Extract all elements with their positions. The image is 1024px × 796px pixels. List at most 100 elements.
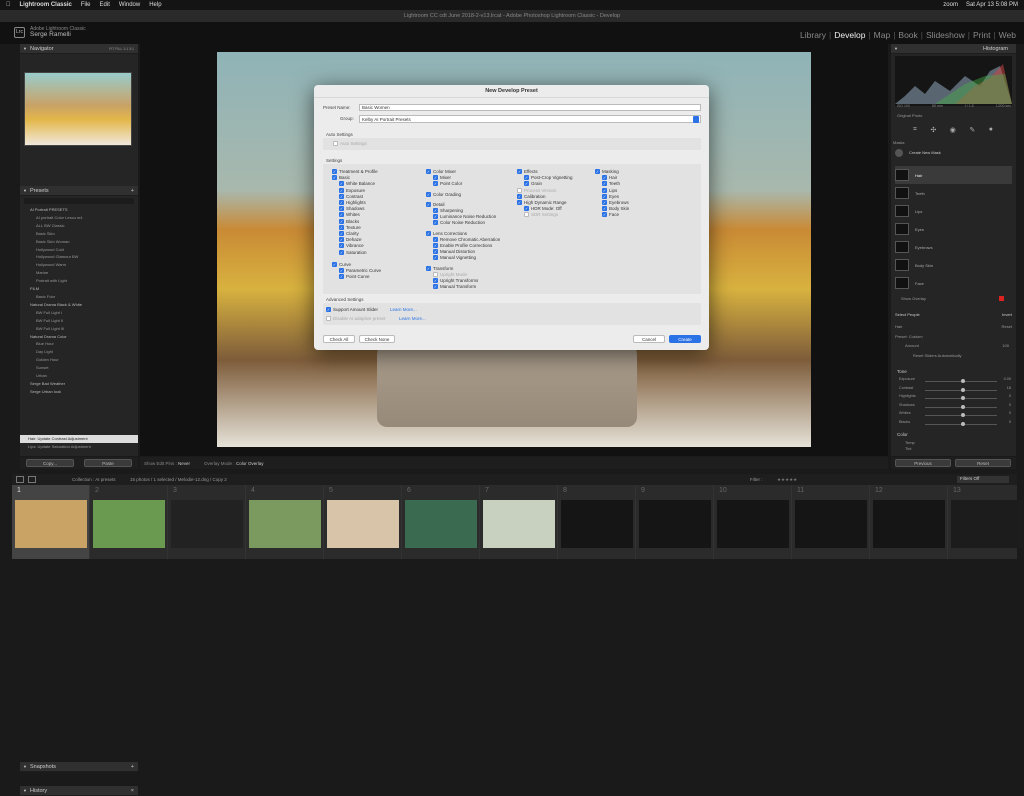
check-none-button[interactable]: Check None (359, 335, 395, 343)
setting-checkbox[interactable]: ✓ Post-Crop Vignetting (524, 175, 572, 181)
setting-checkbox[interactable]: ✓ Contrast (339, 193, 363, 199)
histogram-header[interactable]: Histogram (891, 44, 1016, 54)
auto-settings-checkbox[interactable]: Auto Settings (333, 141, 367, 146)
preset-item[interactable]: Day Light (24, 348, 138, 356)
create-new-mask[interactable]: Create New Mask (895, 149, 1012, 157)
filmstrip-cell[interactable]: 11 (792, 485, 870, 559)
app-menu[interactable]: Lightroom Classic (20, 2, 72, 8)
tone-slider[interactable]: Contrast 18 (899, 386, 1011, 395)
module-library[interactable]: Library (800, 30, 826, 40)
slider-thumb[interactable] (961, 413, 965, 417)
setting-checkbox[interactable]: ✓ Enable Profile Corrections (433, 243, 492, 248)
filmstrip-thumbnail[interactable] (249, 500, 321, 548)
learn-more-link-2[interactable]: Learn More... (399, 316, 426, 321)
setting-checkbox[interactable]: ✓ Hair (602, 175, 617, 181)
preset-item[interactable]: Marine (24, 269, 138, 277)
check-all-button[interactable]: Check All (323, 335, 355, 343)
nav-zoom-fill[interactable]: FILL (115, 47, 122, 51)
filmstrip-thumbnail[interactable] (873, 500, 945, 548)
module-print[interactable]: Print (973, 30, 990, 40)
preset-name-input[interactable]: Basic Women (359, 104, 701, 111)
setting-checkbox[interactable]: ✓ Remove Chromatic Aberration (433, 236, 500, 242)
setting-checkbox[interactable]: ✓ Manual Vignetting (433, 255, 476, 261)
setting-checkbox[interactable]: ✓ Color Grading (426, 191, 461, 197)
filmstrip-cell[interactable]: 9 (636, 485, 714, 559)
previous-button[interactable]: Previous (895, 459, 951, 467)
setting-checkbox[interactable]: ✓ HDR Mode: Off (524, 206, 562, 212)
navigator-header[interactable]: Navigator FIT FILL 1:1 3:1 (20, 44, 138, 54)
invert-checkbox[interactable]: Invert (1002, 312, 1012, 317)
setting-checkbox[interactable]: ✓ Manual Transform (433, 284, 476, 290)
setting-checkbox[interactable]: ✓ Treatment & Profile (332, 169, 378, 174)
zoom-status[interactable]: zoom (943, 2, 958, 8)
setting-checkbox[interactable]: ✓ Face (602, 212, 619, 218)
filmstrip-cell[interactable]: 7 (480, 485, 558, 559)
add-snapshot-icon[interactable]: + (131, 762, 134, 772)
setting-checkbox[interactable]: ✓ Saturation (339, 249, 367, 255)
filmstrip-thumbnail[interactable] (93, 500, 165, 548)
preset-item[interactable]: BW Full Light III (24, 325, 138, 333)
filmstrip-thumbnail[interactable] (795, 500, 867, 548)
setting-checkbox[interactable]: ✓ Highlights (339, 200, 366, 205)
secondary-display-icon[interactable] (28, 476, 36, 483)
slider-thumb[interactable] (961, 396, 965, 400)
setting-checkbox[interactable]: ✓ Whites (339, 212, 360, 218)
rating-filter-stars[interactable]: ★★★★★ (777, 477, 797, 483)
edit-pins-select[interactable]: Never (178, 461, 190, 466)
preset-item[interactable]: ALL BW Classic (24, 222, 138, 230)
setting-checkbox[interactable]: ✓ Blacks (339, 218, 359, 224)
filmstrip-thumbnail[interactable] (15, 500, 87, 548)
setting-checkbox[interactable]: ✓ Eyebrows (602, 200, 629, 205)
support-amount-checkbox[interactable]: ✓ Support Amount Slider (326, 307, 378, 312)
preset-item[interactable]: Serge Urban look (24, 388, 138, 396)
crop-icon[interactable]: ⌗ (913, 126, 917, 134)
navigator-thumbnail[interactable] (24, 72, 132, 146)
original-photo-checkbox[interactable]: Original Photo (897, 113, 922, 118)
preset-item[interactable]: Basic Fdor (24, 293, 138, 301)
filmstrip-cell[interactable]: 10 (714, 485, 792, 559)
setting-checkbox[interactable]: SDR Settings (524, 212, 558, 218)
clock[interactable]: Sat Apr 13 5:08 PM (966, 2, 1018, 8)
filmstrip-cell[interactable]: 5 (324, 485, 402, 559)
history-item[interactable]: Lips: Update Saturation Adjustment (20, 443, 138, 451)
history-header[interactable]: History× (20, 785, 138, 796)
setting-checkbox[interactable]: ✓ Shadows (339, 206, 365, 212)
setting-checkbox[interactable]: ✓ Basic (332, 175, 350, 181)
tone-slider[interactable]: Blacks 0 (899, 420, 1011, 429)
mask-item[interactable]: Lips (895, 202, 1012, 220)
filters-off-select[interactable]: Filters Off (957, 476, 1009, 483)
module-web[interactable]: Web (999, 30, 1016, 40)
preset-item[interactable]: Sunset (24, 364, 138, 372)
masking-icon[interactable]: ● (989, 126, 993, 134)
filmstrip-thumbnail[interactable] (951, 500, 1023, 548)
setting-checkbox[interactable]: ✓ Point Color (433, 181, 462, 187)
module-slideshow[interactable]: Slideshow (926, 30, 965, 40)
nav-zoom-fit[interactable]: FIT (109, 47, 114, 51)
filmstrip-thumbnail[interactable] (639, 500, 711, 548)
filmstrip-cell[interactable]: 1 (12, 485, 90, 559)
tone-slider[interactable]: Shadows 0 (899, 403, 1011, 412)
setting-checkbox[interactable]: ✓ Grain (524, 181, 542, 187)
menu-file[interactable]: File (81, 2, 91, 8)
overlay-mode-select[interactable]: Color Overlay (236, 461, 264, 466)
preset-item[interactable]: Hollywood Cold (24, 246, 138, 254)
setting-checkbox[interactable]: ✓ Upright Transforms (433, 278, 478, 283)
module-book[interactable]: Book (898, 30, 917, 40)
setting-checkbox[interactable]: ✓ High Dynamic Range (517, 200, 567, 205)
setting-checkbox[interactable]: ✓ Mixer (433, 175, 451, 181)
preset-item[interactable]: BW Full Light II (24, 317, 138, 325)
preset-item[interactable]: Natural Drama Color (24, 333, 138, 341)
setting-checkbox[interactable]: ✓ Point Curve (339, 274, 370, 280)
slider-thumb[interactable] (961, 421, 965, 426)
setting-checkbox[interactable]: ✓ Texture (339, 224, 361, 230)
setting-checkbox[interactable]: Upright Mode (433, 271, 467, 277)
mask-item[interactable]: Teeth (895, 184, 1012, 202)
reset-sliders-checkbox[interactable]: Reset Sliders Automatically (913, 353, 961, 358)
setting-checkbox[interactable]: ✓ Effects (517, 169, 538, 174)
preset-item[interactable]: Portrait with Light (24, 277, 138, 285)
setting-checkbox[interactable]: ✓ Clarity (339, 231, 359, 236)
slider-thumb[interactable] (961, 404, 965, 409)
filmstrip-cell[interactable]: 13 (948, 485, 1024, 559)
preset-item[interactable]: Serge Bad Weather (24, 380, 138, 388)
setting-checkbox[interactable]: ✓ Body Skin (602, 206, 629, 212)
